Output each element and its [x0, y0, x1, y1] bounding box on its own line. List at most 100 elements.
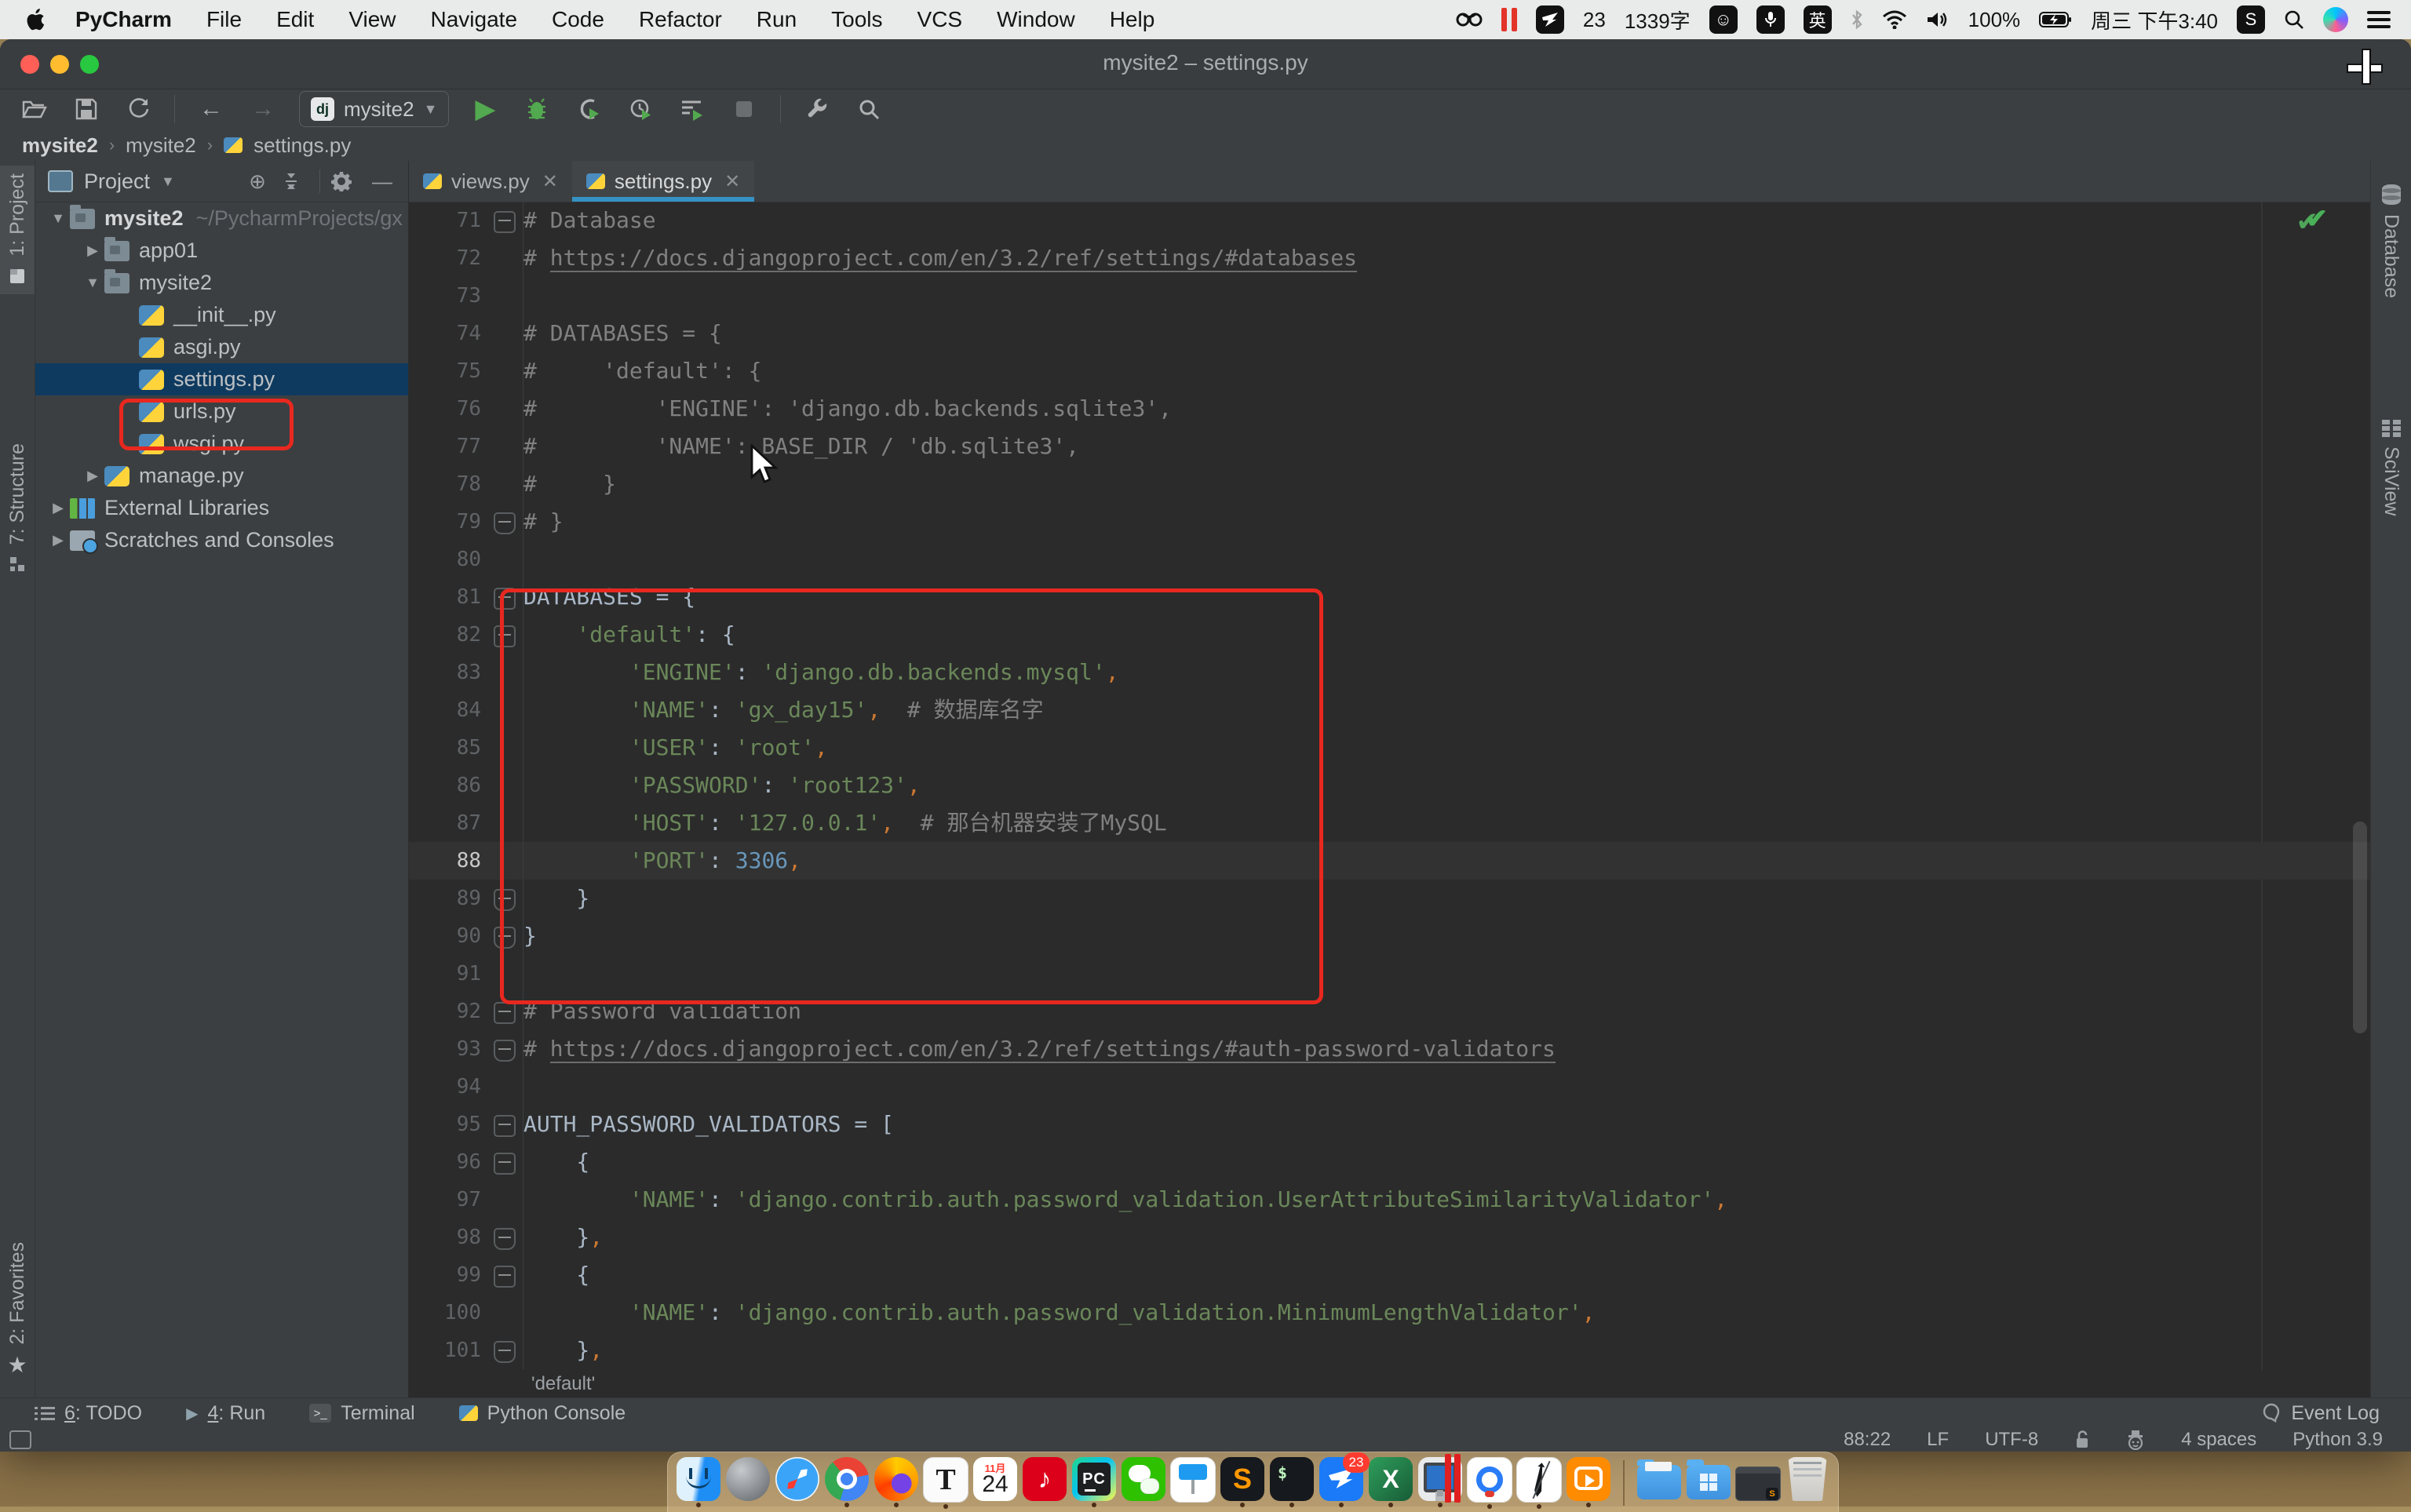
spotlight-icon[interactable] — [2284, 9, 2304, 30]
dock-folder-win[interactable] — [1686, 1457, 1731, 1506]
dock-keynote[interactable] — [1170, 1457, 1216, 1509]
code-line-94[interactable]: 94 — [409, 1068, 2370, 1106]
code-line-79[interactable]: 79# } — [409, 503, 2370, 541]
battery-icon[interactable] — [2039, 11, 2072, 28]
dock-chrome[interactable] — [824, 1457, 870, 1507]
code-line-88[interactable]: 88 'PORT': 3306, — [409, 842, 2370, 880]
gear-icon[interactable] — [331, 171, 358, 191]
open-icon[interactable] — [19, 93, 50, 125]
code-line-83[interactable]: 83 'ENGINE': 'django.db.backends.mysql', — [409, 654, 2370, 691]
menu-item-refactor[interactable]: Refactor — [639, 7, 722, 31]
menu-item-edit[interactable]: Edit — [276, 7, 314, 31]
code-line-76[interactable]: 76# 'ENGINE': 'django.db.backends.sqlite… — [409, 390, 2370, 428]
gutter-line-101[interactable]: 101 — [409, 1332, 523, 1369]
gutter-line-77[interactable]: 77 — [409, 428, 523, 465]
event-log-button[interactable]: Event Log — [2261, 1402, 2411, 1425]
gutter-line-91[interactable]: 91 — [409, 955, 523, 993]
tree-item-mysite2[interactable]: ▼mysite2~/PycharmProjects/gx — [35, 202, 408, 235]
menu-item-window[interactable]: Window — [997, 7, 1075, 31]
fold-marker-icon[interactable] — [494, 1002, 516, 1024]
breadcrumb-item-2[interactable]: settings.py — [254, 133, 351, 158]
tool-window-switcher-icon[interactable] — [9, 1430, 31, 1449]
lock-icon[interactable] — [2074, 1430, 2090, 1450]
collapse-all-icon[interactable] — [282, 172, 308, 191]
fold-marker-icon[interactable] — [494, 588, 516, 610]
tool-window-pyconsole[interactable]: Python Console — [459, 1402, 626, 1425]
dock-calendar[interactable]: 11月24 — [972, 1457, 1018, 1507]
tree-item-app01[interactable]: ▶app01 — [35, 235, 408, 267]
fold-marker-icon[interactable] — [494, 1115, 516, 1137]
close-tab-icon[interactable]: ✕ — [542, 170, 558, 193]
back-icon[interactable]: ← — [195, 93, 227, 125]
dock-netease[interactable]: ♪ — [1022, 1457, 1067, 1507]
tree-item-asgi-py[interactable]: asgi.py — [35, 331, 408, 363]
tree-item-settings-py[interactable]: settings.py — [35, 363, 408, 395]
python-interpreter[interactable]: Python 3.9 — [2292, 1429, 2383, 1451]
code-line-97[interactable]: 97 'NAME': 'django.contrib.auth.password… — [409, 1181, 2370, 1219]
tool-tab-project[interactable]: 1: Project — [0, 166, 35, 294]
run-with-coverage-button[interactable] — [573, 93, 604, 125]
tree-item-manage-py[interactable]: ▶manage.py — [35, 460, 408, 492]
code-line-82[interactable]: 82 'default': { — [409, 616, 2370, 654]
bluetooth-icon[interactable] — [1851, 9, 1863, 30]
editor-breadcrumb-footer[interactable]: 'default' — [409, 1370, 2370, 1398]
pause-indicator-icon[interactable] — [1501, 8, 1517, 31]
dock-excel[interactable]: X — [1368, 1457, 1413, 1507]
dock-safari[interactable] — [775, 1457, 820, 1507]
dock-tieapp[interactable] — [1516, 1457, 1562, 1509]
code-line-98[interactable]: 98 }, — [409, 1219, 2370, 1256]
proxy-icon[interactable] — [1456, 9, 1483, 30]
caret-position[interactable]: 88:22 — [1844, 1429, 1891, 1451]
inspection-ok-icon[interactable]: ✔✔ — [2296, 206, 2319, 238]
dock-launchpad[interactable] — [725, 1457, 771, 1507]
dock-pycharm[interactable]: PC — [1071, 1457, 1117, 1507]
tool-tab-favorites[interactable]: 2: Favorites ★ — [0, 1242, 35, 1375]
tool-tab-sciview[interactable]: SciView — [2371, 420, 2411, 516]
gutter-line-88[interactable]: 88 — [409, 842, 523, 880]
code-line-89[interactable]: 89 } — [409, 880, 2370, 917]
gutter-line-89[interactable]: 89 — [409, 880, 523, 917]
tree-item--init-py[interactable]: __init__.py — [35, 299, 408, 331]
dock-wechat[interactable] — [1121, 1457, 1166, 1507]
close-tab-icon[interactable]: ✕ — [724, 170, 740, 193]
fold-marker-icon[interactable] — [494, 625, 516, 647]
dock-videoapp[interactable] — [1566, 1457, 1611, 1507]
gutter-line-71[interactable]: 71 — [409, 202, 523, 239]
gutter-line-97[interactable]: 97 — [409, 1181, 523, 1219]
code-line-95[interactable]: 95AUTH_PASSWORD_VALIDATORS = [ — [409, 1106, 2370, 1143]
fold-marker-icon[interactable] — [494, 1228, 516, 1250]
locate-file-icon[interactable]: ⊕ — [244, 169, 271, 194]
code-line-71[interactable]: 71# Database — [409, 202, 2370, 239]
menu-item-file[interactable]: File — [206, 7, 242, 31]
fold-marker-icon[interactable] — [494, 1040, 516, 1062]
tool-tab-structure[interactable]: 7: Structure — [0, 443, 35, 574]
gutter-line-79[interactable]: 79 — [409, 503, 523, 541]
profiler-button[interactable] — [625, 93, 656, 125]
volume-icon[interactable] — [1926, 10, 1950, 29]
dock-folder-docs[interactable] — [1636, 1457, 1682, 1506]
gutter-line-72[interactable]: 72 — [409, 239, 523, 277]
mic-menu-icon[interactable] — [1756, 5, 1785, 34]
code-line-77[interactable]: 77# 'NAME': BASE_DIR / 'db.sqlite3', — [409, 428, 2370, 465]
gutter-line-99[interactable]: 99 — [409, 1256, 523, 1294]
tree-item-external-libraries[interactable]: ▶External Libraries — [35, 492, 408, 524]
dock-minwin[interactable] — [1735, 1457, 1781, 1507]
gutter-line-93[interactable]: 93 — [409, 1030, 523, 1068]
fold-marker-icon[interactable] — [494, 889, 516, 911]
tree-expand-arrow[interactable]: ▼ — [81, 275, 104, 291]
editor-tab-views-py[interactable]: views.py✕ — [409, 161, 572, 202]
breadcrumb-item-0[interactable]: mysite2 — [22, 133, 98, 158]
gutter-line-75[interactable]: 75 — [409, 352, 523, 390]
code-area[interactable]: 71# Database72# https://docs.djangoproje… — [409, 202, 2370, 1370]
code-line-72[interactable]: 72# https://docs.djangoproject.com/en/3.… — [409, 239, 2370, 277]
dock-firefox[interactable] — [874, 1457, 919, 1507]
code-line-101[interactable]: 101 }, — [409, 1332, 2370, 1369]
apple-menu-icon[interactable] — [27, 8, 47, 31]
tree-item-wsgi-py[interactable]: wsgi.py — [35, 428, 408, 460]
gutter-line-95[interactable]: 95 — [409, 1106, 523, 1143]
search-everywhere-icon[interactable] — [853, 93, 885, 125]
code-line-93[interactable]: 93# https://docs.djangoproject.com/en/3.… — [409, 1030, 2370, 1068]
tool-window-terminal[interactable]: >_Terminal — [309, 1402, 414, 1425]
editor-tab-settings-py[interactable]: settings.py✕ — [572, 161, 754, 202]
tree-expand-arrow[interactable]: ▶ — [46, 532, 70, 548]
